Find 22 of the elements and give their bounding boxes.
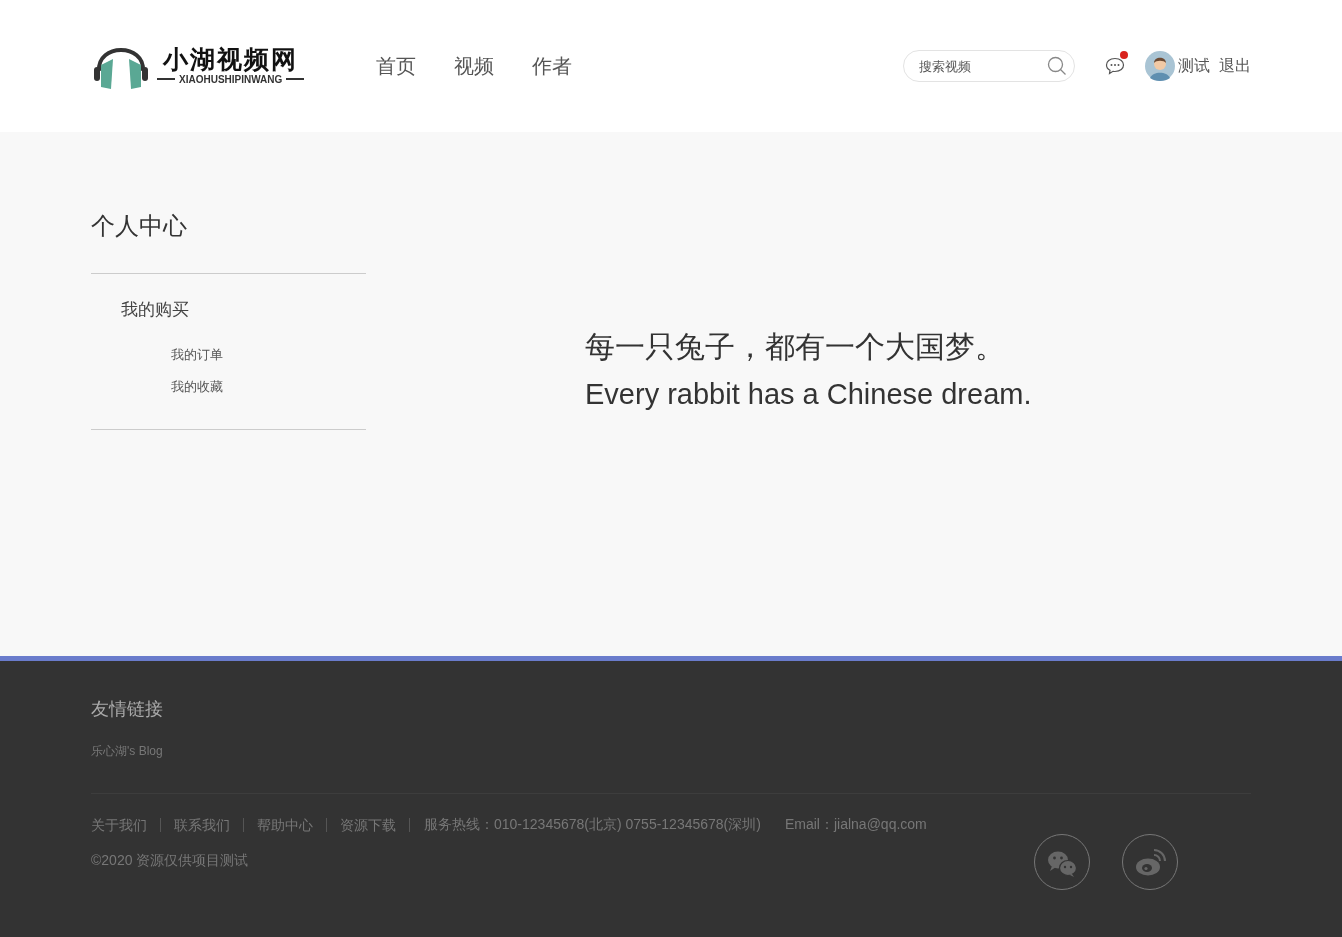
sidebar-item[interactable]: 我的订单: [171, 339, 366, 371]
sidebar-title: 个人中心: [91, 210, 366, 274]
logo-subtitle: XIAOHUSHIPINWANG: [179, 73, 283, 85]
copyright-text: ©2020 资源仅供项目测试: [91, 852, 250, 870]
logout-link[interactable]: 退出: [1219, 55, 1251, 77]
search-field[interactable]: 搜索视频: [903, 50, 1075, 82]
friend-links-title: 友情链接: [91, 698, 164, 721]
avatar-icon[interactable]: [1145, 51, 1175, 81]
sidebar-group-label: 我的购买: [121, 299, 190, 321]
logo-title: 小湖视频网: [163, 43, 299, 74]
chat-bubble-icon[interactable]: [1105, 57, 1125, 75]
hero-subline: Every rabbit has a Chinese dream.: [585, 378, 1032, 411]
sidebar-item[interactable]: 我的收藏: [171, 371, 366, 403]
search-icon[interactable]: [1047, 56, 1067, 76]
email-text: Email：jialna@qq.com: [784, 816, 927, 834]
nav-link[interactable]: 视频: [454, 52, 495, 80]
nav-link[interactable]: 首页: [376, 52, 417, 80]
nav-link[interactable]: 作者: [532, 52, 573, 80]
weibo-icon: [1133, 846, 1167, 878]
hero-headline: 每一只兔子，都有一个大国梦。: [585, 329, 1006, 365]
user-name[interactable]: 测试: [1178, 55, 1210, 77]
hotline-text: 服务热线：010-12345678(北京) 0755-12345678(深圳): [424, 816, 761, 834]
